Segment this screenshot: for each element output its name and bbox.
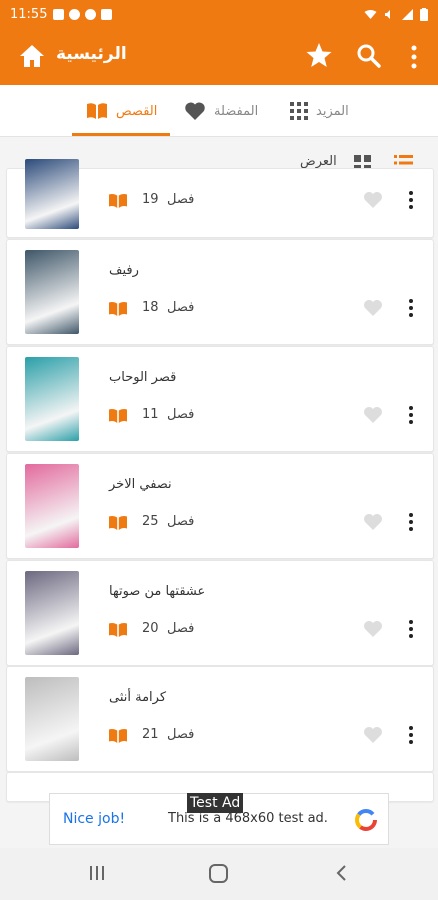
favorite-heart-icon[interactable]: [363, 620, 383, 638]
chapter-count: 20: [142, 621, 159, 636]
book-icon: [109, 728, 127, 743]
story-card[interactable]: نصفي الاخر 25 فصل: [6, 453, 434, 559]
ad-nice-text: Nice job!: [63, 811, 126, 827]
story-cover[interactable]: [25, 159, 79, 229]
chapter-label: فصل: [167, 300, 195, 315]
story-card[interactable]: 19 فصل: [6, 159, 434, 238]
story-title: عشقتها من صوتها: [109, 584, 206, 599]
book-icon: [109, 408, 127, 423]
tab-label: القصص: [116, 103, 158, 119]
image-icon: [101, 8, 113, 20]
status-time: 11:55: [10, 6, 48, 22]
chapter-label: فصل: [167, 727, 195, 742]
more-vert-icon[interactable]: [405, 725, 417, 745]
divider: [0, 136, 438, 137]
ad-text: This is a 468x60 test ad.: [168, 811, 328, 826]
heart-icon: [185, 102, 205, 120]
view-label: العرض: [300, 154, 337, 169]
favorite-heart-icon[interactable]: [363, 299, 383, 317]
system-icons: [364, 7, 428, 21]
story-card[interactable]: قصر الوحاب 11 فصل: [6, 346, 434, 452]
tab-bar: القصص المفضلة المزيد: [0, 85, 438, 137]
book-icon: [109, 515, 127, 530]
tab-label: المفضلة: [214, 103, 259, 119]
story-title: نصفي الاخر: [109, 477, 172, 492]
story-title: كرامة أنثى: [109, 690, 167, 705]
story-cover[interactable]: [25, 357, 79, 441]
home-nav-icon[interactable]: [209, 864, 228, 883]
favorite-heart-icon[interactable]: [363, 406, 383, 424]
story-card[interactable]: عشقتها من صوتها 20 فصل: [6, 560, 434, 666]
book-icon: [109, 301, 127, 316]
chapter-label: فصل: [167, 621, 195, 636]
back-icon[interactable]: [334, 864, 348, 882]
tab-stories[interactable]: القصص: [86, 85, 157, 137]
more-vert-icon[interactable]: [400, 43, 428, 71]
story-cover[interactable]: [25, 464, 79, 548]
story-title: قصر الوحاب: [109, 370, 177, 385]
more-vert-icon[interactable]: [405, 190, 417, 210]
story-cover[interactable]: [25, 571, 79, 655]
tab-more[interactable]: المزيد: [290, 85, 349, 137]
facebook-icon: [85, 8, 97, 20]
grid-icon: [290, 102, 308, 120]
chapter-count: 11: [142, 407, 159, 422]
favorite-heart-icon[interactable]: [363, 726, 383, 744]
search-icon[interactable]: [355, 42, 383, 70]
book-icon: [87, 103, 107, 119]
signal-icon: [402, 8, 413, 20]
chapter-label: فصل: [167, 407, 195, 422]
book-icon: [109, 193, 127, 208]
story-card[interactable]: كرامة أنثى 21 فصل: [6, 666, 434, 772]
favorite-heart-icon[interactable]: [363, 191, 383, 209]
more-vert-icon[interactable]: [405, 405, 417, 425]
notification-icons: [53, 8, 113, 20]
story-card[interactable]: رفيف 18 فصل: [6, 239, 434, 345]
status-bar: 11:55: [0, 0, 438, 28]
favorite-heart-icon[interactable]: [363, 513, 383, 531]
story-title: رفيف: [109, 263, 139, 278]
more-vert-icon[interactable]: [405, 298, 417, 318]
more-vert-icon[interactable]: [405, 512, 417, 532]
mute-icon: [385, 9, 390, 19]
chapter-label: فصل: [167, 192, 195, 207]
more-vert-icon[interactable]: [405, 619, 417, 639]
ad-tag: Test Ad: [187, 793, 244, 813]
star-icon[interactable]: [305, 41, 333, 69]
notification-icon: [53, 8, 65, 20]
story-cover[interactable]: [25, 250, 79, 334]
tab-favorites[interactable]: المفضلة: [184, 85, 258, 137]
battery-icon: [420, 7, 428, 21]
page-title: الرئيسية: [56, 44, 127, 64]
chapter-count: 21: [142, 727, 159, 742]
home-icon[interactable]: [18, 42, 46, 70]
story-cover[interactable]: [25, 677, 79, 761]
chapter-count: 18: [142, 300, 159, 315]
book-icon: [109, 622, 127, 637]
app-bar: الرئيسية: [0, 28, 438, 85]
chapter-label: فصل: [167, 514, 195, 529]
ad-logo-icon: [355, 809, 377, 831]
chapter-count: 19: [142, 192, 159, 207]
system-nav-bar: [0, 848, 438, 900]
wifi-icon: [364, 9, 377, 19]
facebook-icon: [69, 8, 81, 20]
chapter-count: 25: [142, 514, 159, 529]
tab-label: المزيد: [316, 103, 349, 119]
recents-icon[interactable]: [88, 865, 106, 881]
